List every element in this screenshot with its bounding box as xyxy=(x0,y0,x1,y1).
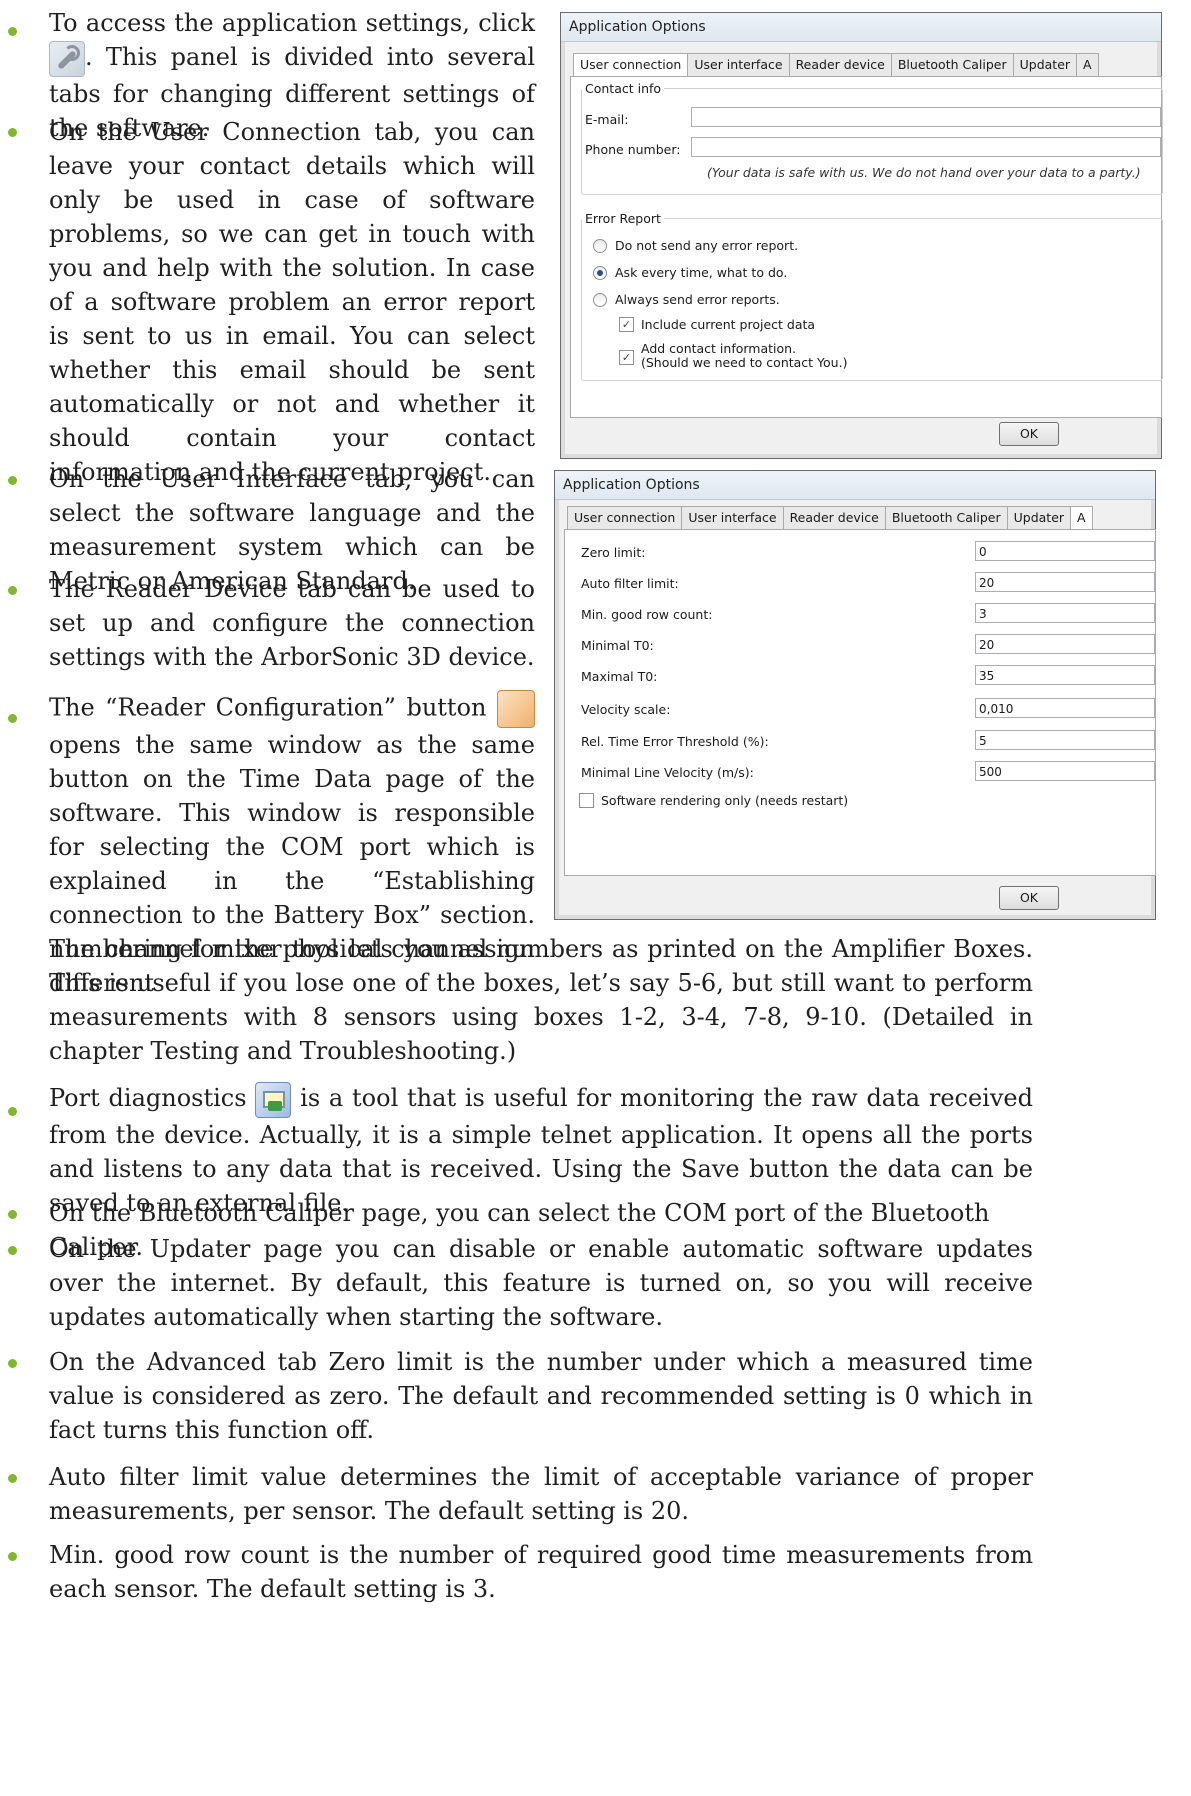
checkbox-include-label: Include current project data xyxy=(641,317,816,332)
minimal-t0-label: Minimal T0: xyxy=(581,638,654,653)
tab-bluetooth-caliper[interactable]: Bluetooth Caliper xyxy=(890,53,1014,76)
paragraph-min-good-row: Min. good row count is the number of req… xyxy=(49,1541,1033,1603)
application-options-dialog-advanced: Application Options User connection User… xyxy=(554,470,1156,920)
wrench-icon[interactable] xyxy=(49,40,85,77)
velocity-scale-input[interactable]: 0,010 xyxy=(975,698,1155,718)
radio-ask-label: Ask every time, what to do. xyxy=(615,265,788,280)
rel-time-error-label: Rel. Time Error Threshold (%): xyxy=(581,734,769,749)
auto-filter-input[interactable]: 20 xyxy=(975,572,1155,592)
tab-strip: User connection User interface Reader de… xyxy=(567,506,1093,531)
min-line-velocity-input[interactable]: 500 xyxy=(975,761,1155,781)
radio-ask-every-time[interactable] xyxy=(593,266,607,280)
radio-no-report-label: Do not send any error report. xyxy=(615,238,799,253)
contact-info-legend: Contact info xyxy=(585,81,662,96)
paragraph-user-connection: On the User Connection tab, you can leav… xyxy=(49,118,535,486)
checkbox-contact-label-2: (Should we need to contact You.) xyxy=(641,355,848,370)
tab-user-interface[interactable]: User interface xyxy=(687,53,790,76)
bullet xyxy=(8,1246,17,1255)
ok-button[interactable]: OK xyxy=(999,886,1059,910)
bullet xyxy=(8,1107,17,1116)
maximal-t0-label: Maximal T0: xyxy=(581,669,658,684)
paragraph-zero-limit: On the Advanced tab Zero limit is the nu… xyxy=(49,1348,1033,1444)
port-diagnostics-icon[interactable] xyxy=(255,1081,292,1118)
phone-field[interactable] xyxy=(691,137,1161,157)
rel-time-error-input[interactable]: 5 xyxy=(975,730,1155,750)
checkbox-add-contact[interactable]: ✓ xyxy=(619,350,634,365)
tab-bluetooth-caliper[interactable]: Bluetooth Caliper xyxy=(884,506,1008,529)
software-rendering-checkbox[interactable] xyxy=(579,793,594,808)
error-report-legend: Error Report xyxy=(585,211,661,226)
user-connection-panel: Contact info E-mail: Phone number: (Your… xyxy=(570,76,1163,418)
velocity-scale-label: Velocity scale: xyxy=(581,702,671,717)
ok-button[interactable]: OK xyxy=(999,422,1059,446)
auto-filter-label: Auto filter limit: xyxy=(581,576,679,591)
bullet xyxy=(8,128,17,137)
bullet xyxy=(8,1552,17,1561)
tab-user-interface[interactable]: User interface xyxy=(681,506,784,529)
zero-limit-input[interactable]: 0 xyxy=(975,541,1155,561)
paragraph-channel-mixer-continued: numbering for the physical channel numbe… xyxy=(49,935,1033,1065)
paragraph-auto-filter: Auto filter limit value determines the l… xyxy=(49,1463,1033,1525)
privacy-note: (Your data is safe with us. We do not ha… xyxy=(707,165,1141,180)
phone-label: Phone number: xyxy=(585,142,681,157)
tab-updater[interactable]: Updater xyxy=(1012,53,1078,76)
tab-advanced[interactable]: A xyxy=(1070,506,1093,531)
tab-advanced[interactable]: A xyxy=(1076,53,1099,76)
dialog-title: Application Options xyxy=(555,471,1155,500)
bullet xyxy=(8,1359,17,1368)
tab-reader-device[interactable]: Reader device xyxy=(788,53,892,76)
maximal-t0-input[interactable]: 35 xyxy=(975,665,1155,685)
tab-user-connection[interactable]: User connection xyxy=(567,506,683,529)
email-label: E-mail: xyxy=(585,112,629,127)
software-rendering-label: Software rendering only (needs restart) xyxy=(601,793,849,808)
bullet xyxy=(8,27,17,36)
min-line-velocity-label: Minimal Line Velocity (m/s): xyxy=(581,765,754,780)
min-good-row-input[interactable]: 3 xyxy=(975,603,1155,623)
bullet xyxy=(8,1210,17,1219)
tab-user-connection[interactable]: User connection xyxy=(573,53,689,78)
paragraph-updater: On the Updater page you can disable or e… xyxy=(49,1235,1033,1331)
checkbox-contact-label-1: Add contact information. xyxy=(641,341,797,356)
radio-always-label: Always send error reports. xyxy=(615,292,780,307)
email-field[interactable] xyxy=(691,107,1161,127)
tab-reader-device[interactable]: Reader device xyxy=(782,506,886,529)
min-good-row-label: Min. good row count: xyxy=(581,607,713,622)
checkbox-include-project[interactable]: ✓ xyxy=(619,317,634,332)
application-options-dialog-user-connection: Application Options User connection User… xyxy=(560,12,1163,459)
radio-no-report[interactable] xyxy=(593,239,607,253)
advanced-panel: Zero limit: 0 Auto filter limit: 20 Min.… xyxy=(564,529,1156,876)
bullet xyxy=(8,476,17,485)
paragraph-reader-device: The Reader Device tab can be used to set… xyxy=(49,575,535,671)
radio-always-send[interactable] xyxy=(593,293,607,307)
bullet xyxy=(8,714,17,723)
tab-updater[interactable]: Updater xyxy=(1006,506,1072,529)
zero-limit-label: Zero limit: xyxy=(581,545,646,560)
tab-strip: User connection User interface Reader de… xyxy=(573,53,1099,78)
bullet xyxy=(8,586,17,595)
dialog-title: Application Options xyxy=(561,13,1161,42)
reader-configuration-icon[interactable] xyxy=(497,690,535,728)
bullet xyxy=(8,1474,17,1483)
minimal-t0-input[interactable]: 20 xyxy=(975,634,1155,654)
